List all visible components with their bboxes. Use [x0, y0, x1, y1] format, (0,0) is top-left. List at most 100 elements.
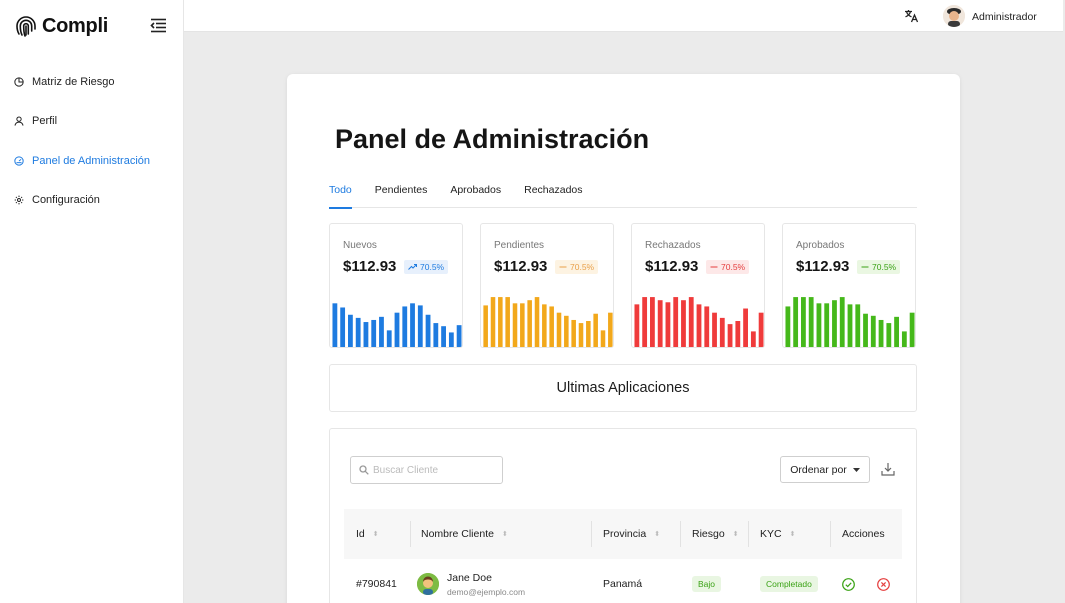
stat-label: Aprobados: [796, 240, 845, 251]
chart-bar: [363, 322, 369, 347]
client-name: Jane Doe: [447, 571, 492, 584]
chart-bar: [634, 304, 640, 347]
stat-change-badge: 70.5%: [404, 260, 449, 274]
trend-flat-icon: [710, 266, 718, 268]
chart-bar: [870, 315, 876, 347]
column-header-kyc[interactable]: KYC ⬍: [760, 509, 795, 559]
chart-bar: [556, 312, 562, 347]
stat-change-badge: 70.5%: [706, 260, 750, 274]
cell-actions: [842, 561, 890, 603]
client-email: demo@ejemplo.com: [447, 586, 526, 597]
search-field[interactable]: [350, 456, 503, 484]
chart-bar: [386, 330, 392, 347]
stat-change-value: 70.5%: [872, 262, 897, 272]
stat-value: $112.93: [343, 258, 397, 275]
stat-bar-chart: [634, 297, 764, 347]
chart-bar: [863, 313, 868, 347]
stat-card-nuevos[interactable]: Nuevos $112.93 70.5%: [329, 223, 463, 348]
column-divider: [830, 521, 831, 547]
chart-bar: [332, 303, 338, 347]
sidebar-item-perfil[interactable]: Perfil: [0, 102, 183, 142]
sidebar-item-label: Perfil: [32, 115, 58, 128]
chart-bar: [785, 306, 791, 347]
column-header-acciones: Acciones: [842, 509, 885, 559]
user-icon: [14, 116, 24, 126]
search-input[interactable]: [373, 464, 498, 476]
tab-rechazados[interactable]: Rechazados: [524, 184, 582, 208]
column-label: KYC: [760, 528, 782, 540]
chart-bar: [832, 300, 837, 347]
user-name[interactable]: Administrador: [972, 11, 1037, 23]
stat-card-aprobados[interactable]: Aprobados $112.93 70.5%: [782, 223, 916, 348]
column-header-riesgo[interactable]: Riesgo ⬍: [692, 509, 739, 559]
sidebar-item-label: Panel de Administración: [32, 154, 151, 167]
chart-bar: [816, 303, 822, 347]
tab-pendientes[interactable]: Pendientes: [375, 184, 428, 208]
client-info: Jane Doe demo@ejemplo.com: [447, 572, 525, 597]
stat-card-pendientes[interactable]: Pendientes $112.93 70.5%: [480, 223, 614, 348]
chart-bar: [894, 316, 899, 347]
chart-bar: [448, 332, 454, 347]
translate-icon[interactable]: [904, 9, 919, 28]
pie-chart-icon: [14, 77, 24, 87]
chart-bar: [719, 317, 725, 347]
search-icon: [359, 465, 369, 475]
chart-bar: [394, 312, 400, 347]
chart-bar: [909, 312, 915, 347]
column-header-provincia[interactable]: Provincia ⬍: [603, 509, 660, 559]
sidebar-item-panel-de-administracion[interactable]: Panel de Administración: [0, 141, 183, 181]
chart-bar: [571, 319, 576, 347]
table-row[interactable]: #790841 Jane Doe demo@ejemplo.com Panamá: [344, 561, 902, 603]
stat-label: Pendientes: [494, 240, 545, 251]
chart-bar: [456, 325, 462, 347]
caret-down-icon: [852, 467, 860, 472]
chart-bar: [824, 303, 830, 347]
stat-bar-chart: [483, 297, 613, 347]
sort-icon: ⬍: [501, 531, 508, 538]
chart-bar: [593, 313, 598, 347]
chart-bar: [433, 323, 439, 347]
brand-logo[interactable]: Compli: [14, 14, 108, 38]
column-label: Nombre Cliente: [421, 528, 494, 540]
chart-bar: [878, 319, 884, 347]
sort-dropdown[interactable]: Ordenar por: [780, 456, 870, 483]
stat-bar-chart: [785, 297, 915, 347]
sidebar-item-matriz-de-riesgo[interactable]: Matriz de Riesgo: [0, 62, 183, 102]
sort-label: Ordenar por: [790, 463, 847, 476]
tab-todo[interactable]: Todo: [329, 184, 352, 209]
chart-bar: [586, 321, 591, 347]
column-header-id[interactable]: Id ⬍: [356, 509, 379, 559]
chart-bar: [417, 305, 423, 347]
admin-panel-card: Panel de Administración Todo Pendientes …: [287, 74, 960, 603]
avatar[interactable]: [943, 5, 965, 27]
menu-collapse-icon[interactable]: [150, 18, 167, 38]
chart-bar: [340, 307, 346, 347]
column-label: Provincia: [603, 528, 647, 540]
column-header-nombre-cliente[interactable]: Nombre Cliente ⬍: [421, 509, 508, 559]
sort-icon: ⬍: [789, 531, 796, 538]
download-icon[interactable]: [881, 462, 895, 481]
avatar: [417, 573, 439, 595]
chart-bar: [490, 297, 496, 347]
chart-bar: [371, 319, 377, 347]
column-divider: [591, 521, 592, 547]
tab-aprobados[interactable]: Aprobados: [450, 184, 501, 208]
sidebar-item-label: Configuración: [32, 194, 100, 207]
reject-x-icon[interactable]: [877, 577, 890, 591]
chart-bar: [410, 303, 415, 347]
stat-change-value: 70.5%: [721, 262, 746, 272]
chart-bar: [847, 304, 853, 347]
dashboard-gauge-icon: [14, 156, 24, 166]
sidebar-item-configuracion[interactable]: Configuración: [0, 181, 183, 221]
chart-bar: [712, 312, 717, 347]
stat-change-value: 70.5%: [570, 262, 595, 272]
stat-label: Nuevos: [343, 240, 377, 251]
gear-icon: [14, 195, 24, 205]
chart-bar: [801, 297, 806, 347]
brand-name: Compli: [42, 14, 108, 37]
approve-check-icon[interactable]: [842, 577, 855, 591]
sidebar: Compli Matriz de Riesgo Perfil Panel de …: [0, 0, 184, 603]
trend-up-icon: [408, 264, 417, 270]
chart-bar: [520, 303, 525, 347]
stat-card-rechazados[interactable]: Rechazados $112.93 70.5%: [631, 223, 765, 348]
